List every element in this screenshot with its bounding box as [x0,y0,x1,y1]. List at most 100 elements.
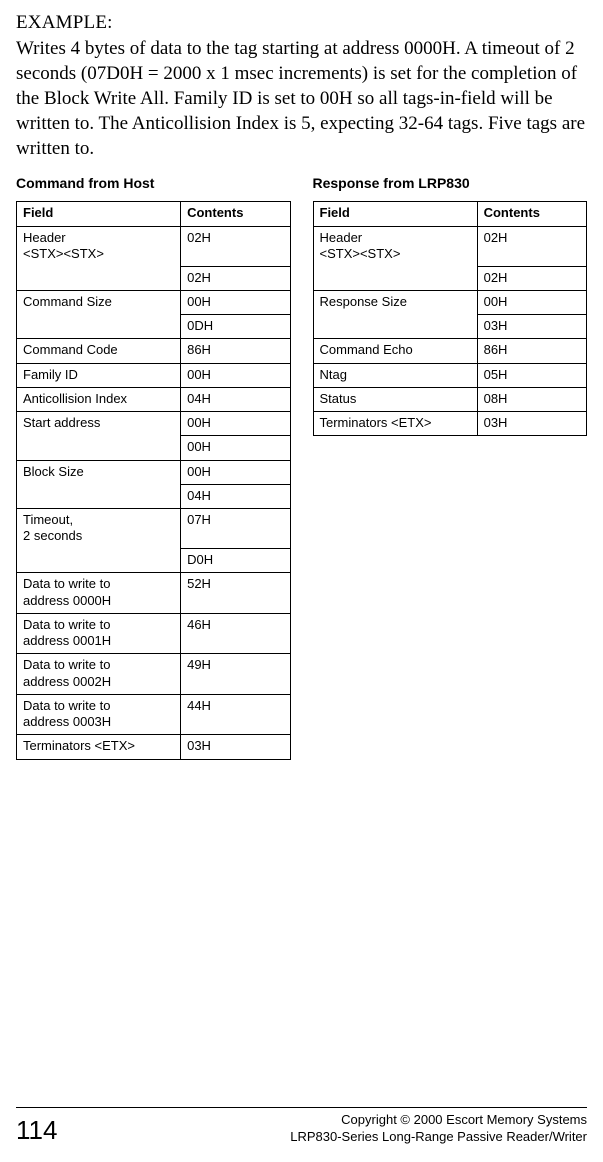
table-row: 02H [17,266,291,290]
left-column: Command from Host Field Contents Header<… [16,175,291,759]
cell-contents: 02H [477,266,586,290]
table-row: Block Size00H [17,460,291,484]
table-row: Command Echo86H [313,339,587,363]
cell-contents: 0DH [181,315,290,339]
cell-field [17,266,181,290]
cell-contents: 00H [181,363,290,387]
cell-contents: 49H [181,654,290,695]
table-row: Terminators <ETX>03H [313,412,587,436]
cell-field: Terminators <ETX> [17,735,181,759]
cell-field: Anticollision Index [17,387,181,411]
cell-contents: D0H [181,549,290,573]
footer-line-1: Copyright © 2000 Escort Memory Systems [290,1112,587,1129]
cell-contents: 02H [477,226,586,266]
table-row: D0H [17,549,291,573]
cell-contents: 00H [181,436,290,460]
table-row: Terminators <ETX>03H [17,735,291,759]
columns: Command from Host Field Contents Header<… [16,175,587,759]
header-field: Field [313,202,477,226]
cell-field: Command Code [17,339,181,363]
cell-field: Command Size [17,290,181,314]
table-row: Anticollision Index04H [17,387,291,411]
page-footer: 114 Copyright © 2000 Escort Memory Syste… [16,1107,587,1146]
cell-field: Command Echo [313,339,477,363]
cell-field [17,436,181,460]
table-row: Response Size00H [313,290,587,314]
cell-contents: 02H [181,266,290,290]
table-row: Command Code86H [17,339,291,363]
table-row: Data to write toaddress 0002H49H [17,654,291,695]
cell-contents: 52H [181,573,290,614]
response-table: Field Contents Header<STX><STX>02H02HRes… [313,201,588,436]
table-row: 00H [17,436,291,460]
cell-field [17,549,181,573]
cell-contents: 46H [181,613,290,654]
cell-field [17,315,181,339]
cell-field: Data to write toaddress 0001H [17,613,181,654]
cell-contents: 04H [181,387,290,411]
example-heading: EXAMPLE: [16,12,587,34]
cell-contents: 44H [181,694,290,735]
cell-contents: 00H [181,290,290,314]
cell-field: Start address [17,412,181,436]
table-header-row: Field Contents [17,202,291,226]
header-contents: Contents [181,202,290,226]
table-row: Command Size00H [17,290,291,314]
table-row: 04H [17,484,291,508]
right-column: Response from LRP830 Field Contents Head… [313,175,588,759]
page-number: 114 [16,1115,57,1146]
cell-contents: 07H [181,509,290,549]
footer-text: Copyright © 2000 Escort Memory Systems L… [290,1112,587,1146]
cell-field: Ntag [313,363,477,387]
right-section-title: Response from LRP830 [313,175,588,191]
cell-contents: 05H [477,363,586,387]
command-table: Field Contents Header<STX><STX>02H02HCom… [16,201,291,759]
intro-paragraph: Writes 4 bytes of data to the tag starti… [16,36,587,161]
table-row: Header<STX><STX>02H [17,226,291,266]
table-row: 0DH [17,315,291,339]
table-row: Data to write toaddress 0001H46H [17,613,291,654]
cell-field: Block Size [17,460,181,484]
cell-field: Family ID [17,363,181,387]
cell-field: Response Size [313,290,477,314]
cell-contents: 86H [477,339,586,363]
cell-field: Data to write toaddress 0003H [17,694,181,735]
cell-contents: 86H [181,339,290,363]
cell-field [313,315,477,339]
cell-field: Data to write toaddress 0000H [17,573,181,614]
table-row: Data to write toaddress 0000H52H [17,573,291,614]
table-row: Status08H [313,387,587,411]
table-row: 03H [313,315,587,339]
cell-field: Data to write toaddress 0002H [17,654,181,695]
cell-field: Status [313,387,477,411]
cell-contents: 03H [477,412,586,436]
table-row: Timeout,2 seconds07H [17,509,291,549]
cell-field [17,484,181,508]
page: EXAMPLE: Writes 4 bytes of data to the t… [0,0,603,1162]
cell-field: Header<STX><STX> [313,226,477,266]
table-row: Header<STX><STX>02H [313,226,587,266]
cell-contents: 04H [181,484,290,508]
cell-contents: 00H [477,290,586,314]
cell-field: Terminators <ETX> [313,412,477,436]
cell-contents: 03H [477,315,586,339]
table-row: Data to write toaddress 0003H44H [17,694,291,735]
cell-field: Header<STX><STX> [17,226,181,266]
cell-field: Timeout,2 seconds [17,509,181,549]
cell-contents: 08H [477,387,586,411]
table-row: 02H [313,266,587,290]
table-row: Family ID00H [17,363,291,387]
cell-field [313,266,477,290]
cell-contents: 00H [181,412,290,436]
table-row: Start address00H [17,412,291,436]
table-row: Ntag05H [313,363,587,387]
table-header-row: Field Contents [313,202,587,226]
footer-row: 114 Copyright © 2000 Escort Memory Syste… [16,1112,587,1146]
footer-rule [16,1107,587,1108]
cell-contents: 03H [181,735,290,759]
left-section-title: Command from Host [16,175,291,191]
footer-line-2: LRP830-Series Long-Range Passive Reader/… [290,1129,587,1146]
header-field: Field [17,202,181,226]
cell-contents: 00H [181,460,290,484]
header-contents: Contents [477,202,586,226]
